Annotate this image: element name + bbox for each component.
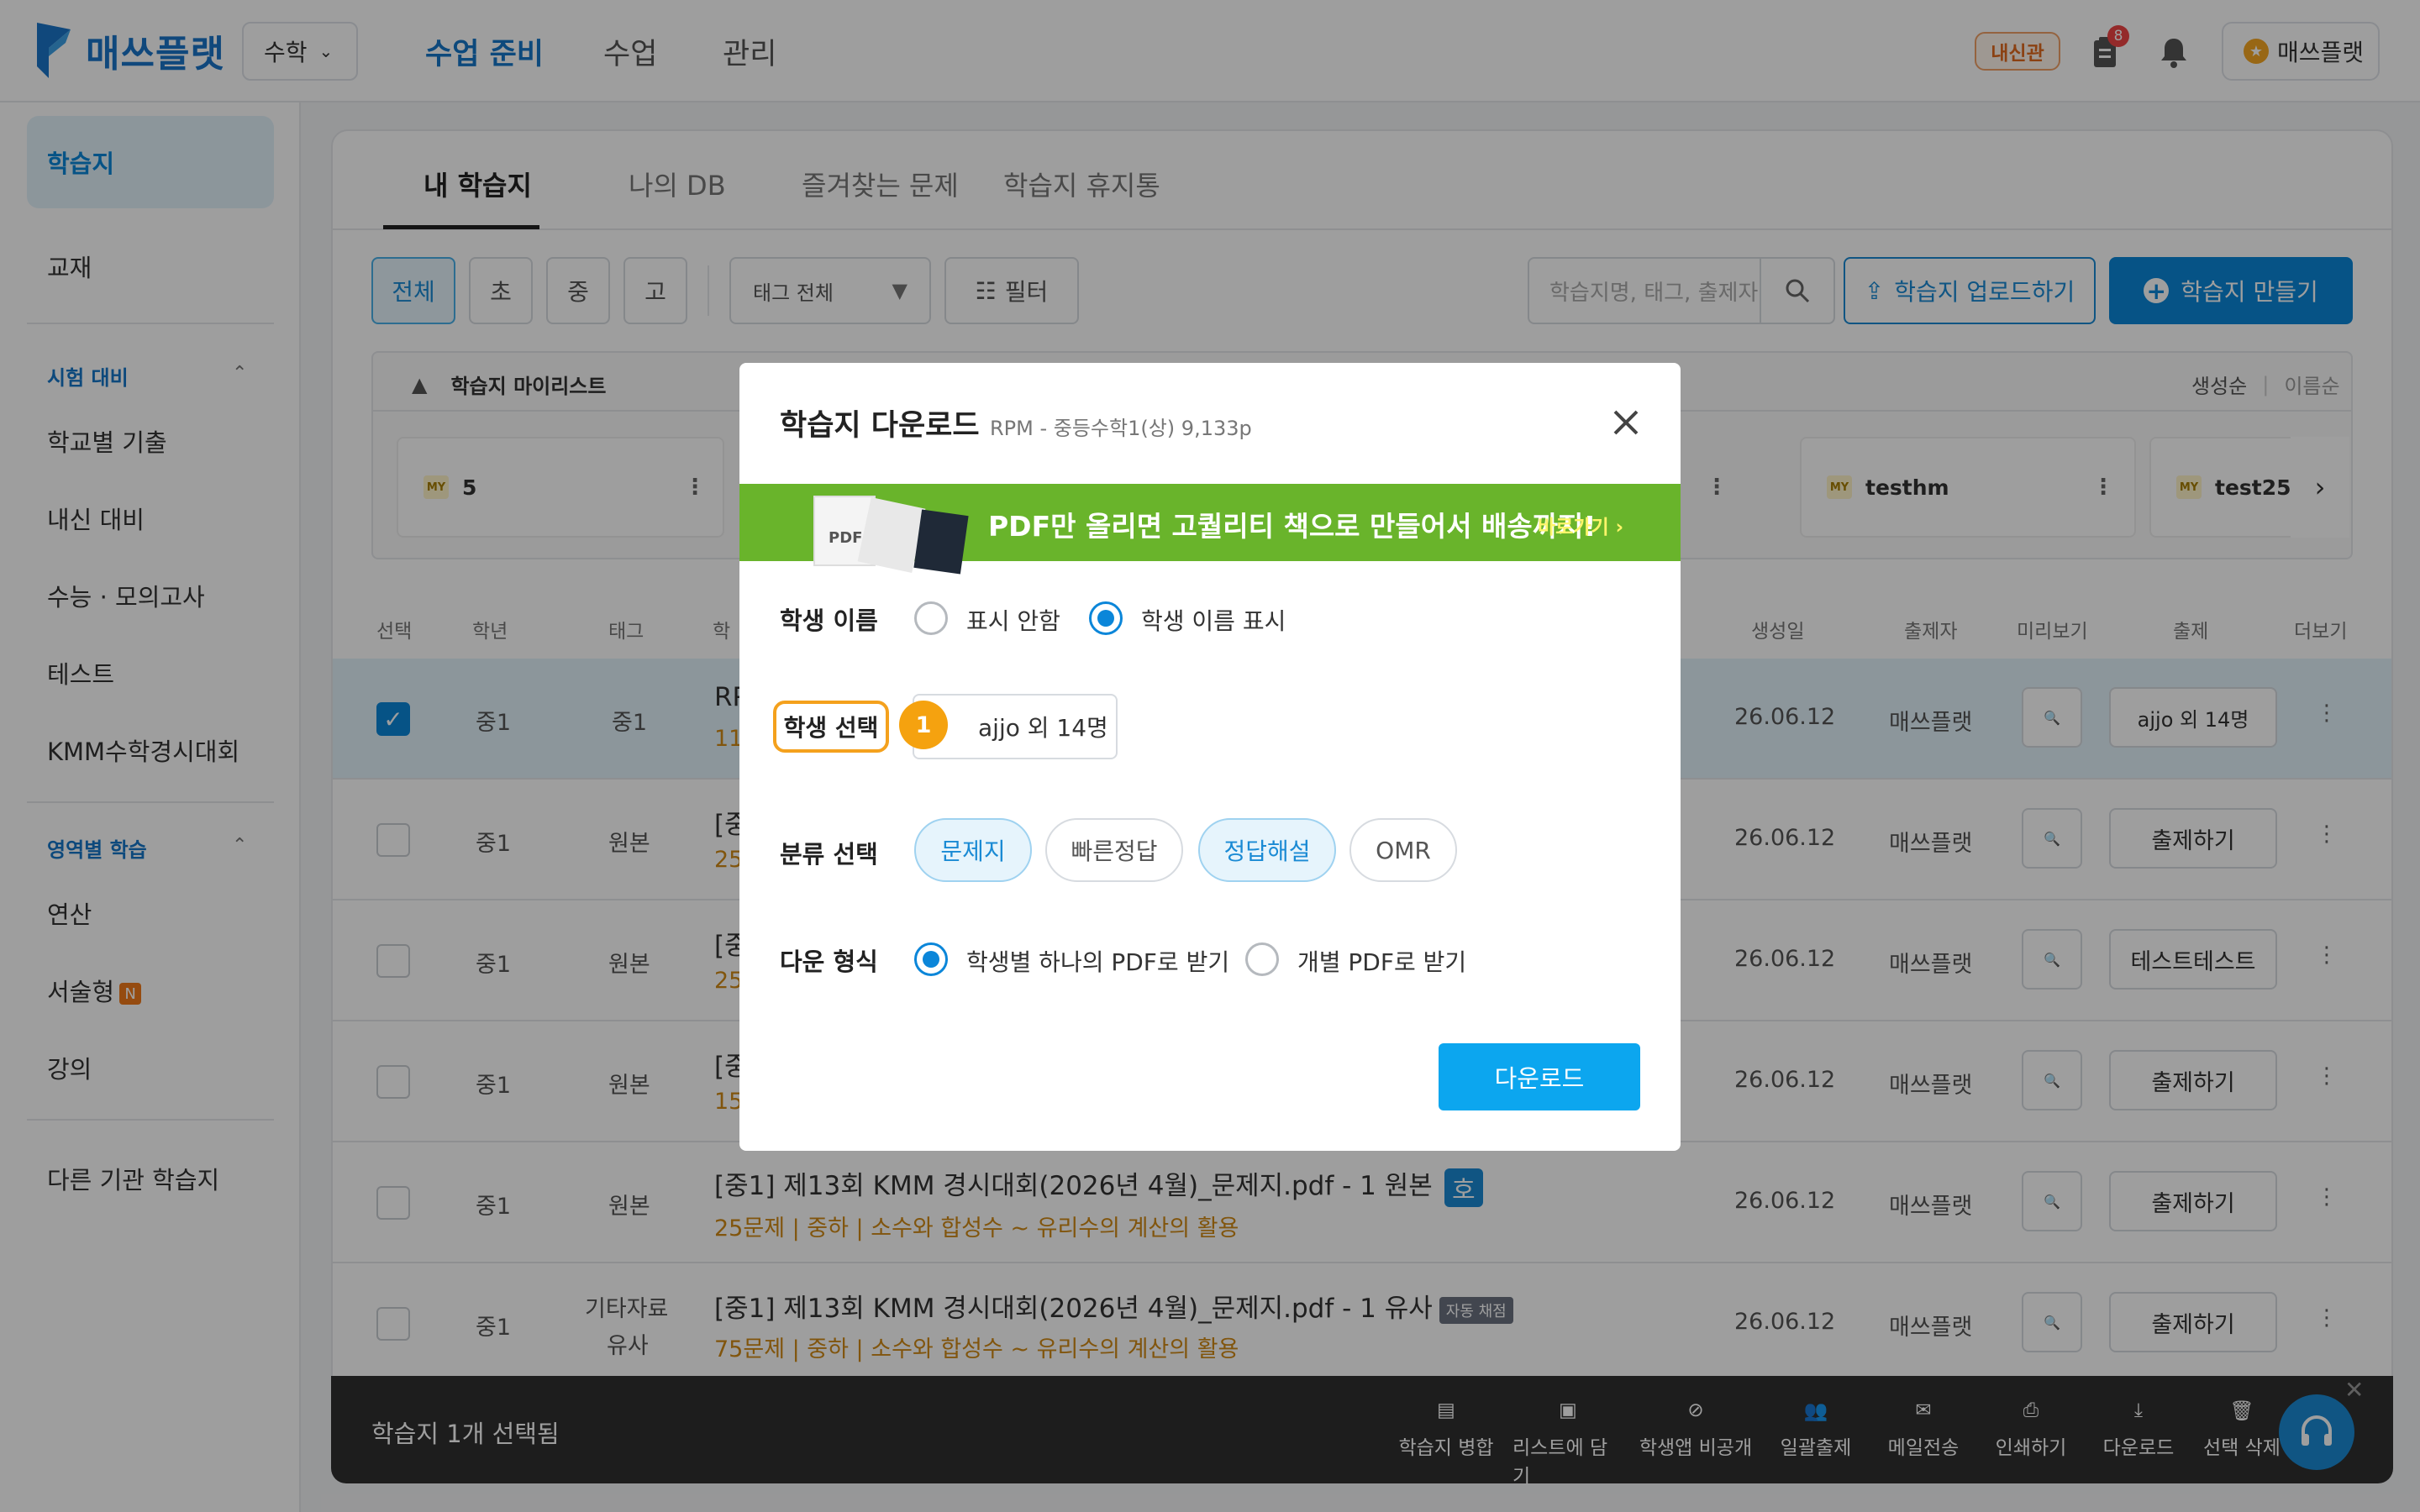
radio-separate-pdf[interactable] [1245, 942, 1279, 976]
radio-single-pdf[interactable] [914, 942, 948, 976]
student-select-label: 학생 선택 [773, 701, 889, 753]
modal-title: 학습지 다운로드 [780, 409, 980, 443]
book-image [913, 509, 969, 575]
chip-quick-answer[interactable]: 빠른정답 [1045, 818, 1183, 882]
download-button[interactable]: 다운로드 [1439, 1043, 1640, 1110]
format-label: 다운 형식 [780, 948, 878, 976]
radio-show-name[interactable] [1089, 601, 1123, 635]
promo-banner[interactable]: PDF PDF만 올리면 고퀄리티 책으로 만들어서 배송까지! 바로가기 › [739, 484, 1681, 575]
book-illustration: PDF [813, 491, 971, 575]
step-badge: 1 [899, 701, 948, 749]
chip-problem[interactable]: 문제지 [914, 818, 1032, 882]
radio-hide-name-label[interactable]: 표시 안함 [966, 603, 1060, 637]
student-name-label: 학생 이름 [780, 606, 878, 635]
promo-text: PDF만 올리면 고퀄리티 책으로 만들어서 배송까지! [988, 510, 1597, 543]
promo-link-label: 바로가기 [1538, 517, 1609, 538]
promo-link[interactable]: 바로가기 › [1538, 511, 1623, 539]
chevron-right-icon: › [1615, 517, 1624, 538]
pdf-label: PDF [829, 529, 863, 547]
close-icon[interactable] [1605, 402, 1647, 444]
radio-single-pdf-label[interactable]: 학생별 하나의 PDF로 받기 [966, 944, 1229, 978]
modal-subtitle: RPM - 중등수학1(상) 9,133p [990, 417, 1252, 440]
radio-show-name-label[interactable]: 학생 이름 표시 [1141, 603, 1286, 637]
chip-omr[interactable]: OMR [1349, 818, 1457, 882]
category-label: 분류 선택 [780, 840, 878, 869]
download-modal: 학습지 다운로드 RPM - 중등수학1(상) 9,133p PDF PDF만 … [739, 363, 1681, 1151]
radio-hide-name[interactable] [914, 601, 948, 635]
chip-solution[interactable]: 정답해설 [1198, 818, 1336, 882]
radio-separate-pdf-label[interactable]: 개별 PDF로 받기 [1297, 944, 1466, 978]
